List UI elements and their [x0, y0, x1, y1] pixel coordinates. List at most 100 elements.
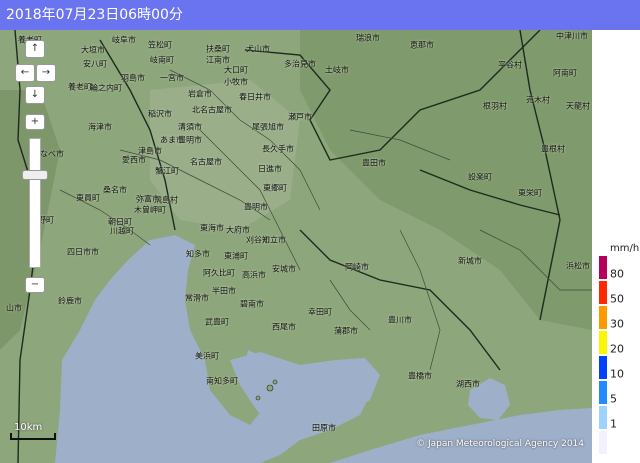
copyright-text: © Japan Meteorological Agency 2014 [416, 439, 584, 449]
place-label: 岩倉市 [188, 89, 212, 99]
place-label: 売木村 [526, 95, 550, 105]
place-label: 北名古屋市 [192, 105, 232, 115]
place-label: 東浦町 [224, 251, 248, 261]
place-label: 天龍村 [566, 101, 590, 111]
place-label: 美浜町 [195, 351, 219, 361]
scale-bar-label: 10km [14, 422, 43, 433]
place-label: 知立市 [262, 235, 286, 245]
legend-swatch [598, 330, 608, 355]
place-label: 桑名市 [103, 185, 127, 195]
legend-label: 50 [610, 292, 624, 305]
legend-label: 30 [610, 317, 624, 330]
place-label: 阿南町 [553, 68, 577, 78]
place-label: 大垣市 [81, 45, 105, 55]
place-label: 岐南町 [150, 55, 174, 65]
place-label: 知多市 [186, 249, 210, 259]
place-label: 山市 [6, 303, 22, 313]
legend-swatch [598, 255, 608, 280]
zoom-out-button[interactable]: − [25, 277, 45, 293]
place-label: 笠松町 [148, 40, 172, 50]
place-label: 鈴鹿市 [58, 296, 82, 306]
pan-up-button[interactable]: ↑ [25, 40, 45, 58]
pan-down-button[interactable]: ↓ [25, 86, 45, 104]
place-label: 養老町 [68, 82, 92, 92]
legend-swatch [598, 280, 608, 305]
place-label: 東栄町 [518, 188, 542, 198]
place-label: 根羽村 [483, 101, 507, 111]
place-label: 日進市 [258, 164, 282, 174]
place-label: 多治見市 [284, 59, 316, 69]
legend-label: 80 [610, 267, 624, 280]
place-label: 恵那市 [410, 40, 434, 50]
place-label: 中津川市 [556, 31, 588, 41]
place-label: 高浜市 [242, 270, 266, 280]
place-label: 設楽町 [468, 172, 492, 182]
place-label: 碧南市 [240, 299, 264, 309]
place-label: 岐阜市 [112, 35, 136, 45]
place-label: 名古屋市 [190, 157, 222, 167]
place-label: 豊明市 [178, 135, 202, 145]
place-label: 春日井市 [239, 92, 271, 102]
place-label: 新城市 [458, 256, 482, 266]
legend-label: 20 [610, 342, 624, 355]
place-label: 輪之内町 [90, 83, 122, 93]
place-label: 木曽岬町 [134, 205, 166, 215]
place-label: 海津市 [88, 122, 112, 132]
place-label: 扶桑町 [206, 44, 230, 54]
place-label: 安八町 [83, 59, 107, 69]
place-label: 犬山市 [246, 44, 270, 54]
legend-swatch [598, 405, 608, 430]
place-label: 浜松市 [566, 261, 590, 271]
place-label: 安城市 [272, 264, 296, 274]
scale-bar-line [10, 433, 56, 440]
legend-label: 5 [610, 392, 617, 405]
place-label: 長久手市 [262, 144, 294, 154]
legend-swatch [598, 305, 608, 330]
place-label: 稲沢市 [148, 109, 172, 119]
place-label: 清須市 [178, 122, 202, 132]
place-label: 豊田市 [362, 158, 386, 168]
place-label: 一宮市 [160, 73, 184, 83]
place-label: 豊根村 [541, 144, 565, 154]
place-label: 川越町 [110, 226, 134, 236]
pan-right-button[interactable]: → [36, 64, 56, 82]
place-label: 土岐市 [325, 65, 349, 75]
place-label: 羽島市 [121, 73, 145, 83]
map-area[interactable]: 養老町大垣市岐阜市笠松町扶桑町犬山市瑞浪市恵那市中津川市安八町岐南町江南市多治見… [0, 30, 592, 463]
zoom-in-button[interactable]: + [25, 114, 45, 130]
legend-label: 10 [610, 367, 624, 380]
place-label: 弥富市 [136, 194, 160, 204]
place-label: 幸田町 [308, 307, 332, 317]
place-label: 瀬戸市 [288, 112, 312, 122]
scale-bar: 10km [10, 422, 56, 440]
place-label: 常滑市 [185, 293, 209, 303]
place-label: 愛西市 [122, 155, 146, 165]
map-viewer: 2018年07月23日06時00分 大垣市 岐阜市 笠松町 扶桑町 犬山市 瑞浪… [0, 0, 640, 463]
place-label: 大口町 [224, 65, 248, 75]
legend-unit: mm/h [610, 243, 640, 254]
zoom-slider-handle[interactable] [22, 170, 48, 180]
legend-label: 1 [610, 417, 617, 430]
legend-swatch [598, 430, 608, 455]
place-label: 平谷村 [498, 60, 522, 70]
place-label: 豊明市 [244, 202, 268, 212]
pan-left-button[interactable]: ← [15, 64, 35, 82]
place-label: 瑞浪市 [356, 33, 380, 43]
precipitation-legend: mm/h 80 50 30 20 10 5 1 [594, 243, 640, 463]
place-label: 東海市 [200, 223, 224, 233]
place-label: 阿久比町 [203, 268, 235, 278]
place-label: 蒲郡市 [334, 326, 358, 336]
place-label: 尾張旭市 [252, 122, 284, 132]
legend-swatch [598, 355, 608, 380]
legend-swatch [598, 380, 608, 405]
place-label: 豊川市 [388, 315, 412, 325]
place-label: 武豊町 [205, 317, 229, 327]
place-label: 小牧市 [224, 77, 248, 87]
place-label: 田原市 [312, 423, 336, 433]
place-label: 四日市市 [67, 247, 99, 257]
timestamp-title: 2018年07月23日06時00分 [0, 0, 640, 30]
zoom-slider-track[interactable] [29, 138, 41, 268]
place-label: 南知多町 [206, 376, 238, 386]
place-label: 湖西市 [456, 379, 480, 389]
place-label: 東郷町 [263, 183, 287, 193]
